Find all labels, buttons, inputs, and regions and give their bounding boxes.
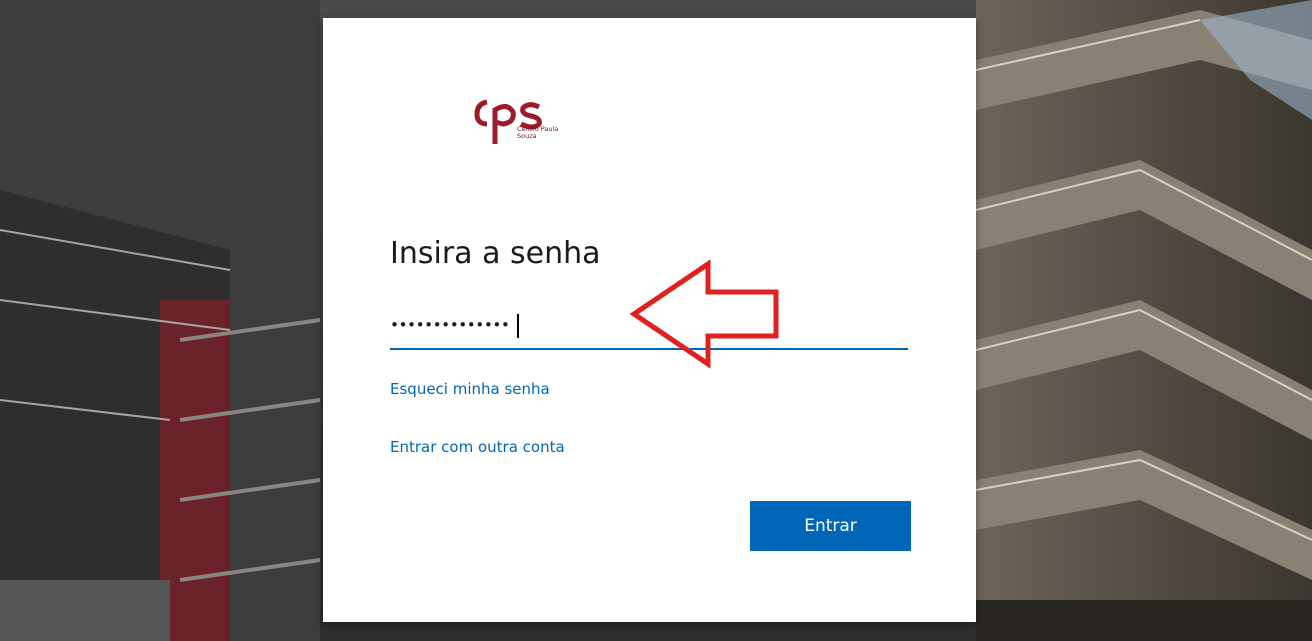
company-logo: Centro Paula Souza <box>473 82 583 148</box>
left-arrow-outline-icon <box>629 259 779 369</box>
password-input[interactable] <box>390 308 590 342</box>
logo-subtitle: Centro Paula Souza <box>517 125 559 140</box>
sign-in-other-account-link[interactable]: Entrar com outra conta <box>390 438 565 456</box>
text-caret <box>517 314 519 338</box>
forgot-password-link[interactable]: Esqueci minha senha <box>390 380 550 398</box>
sign-in-button[interactable]: Entrar <box>750 501 911 551</box>
page-title: Insira a senha <box>390 236 601 271</box>
